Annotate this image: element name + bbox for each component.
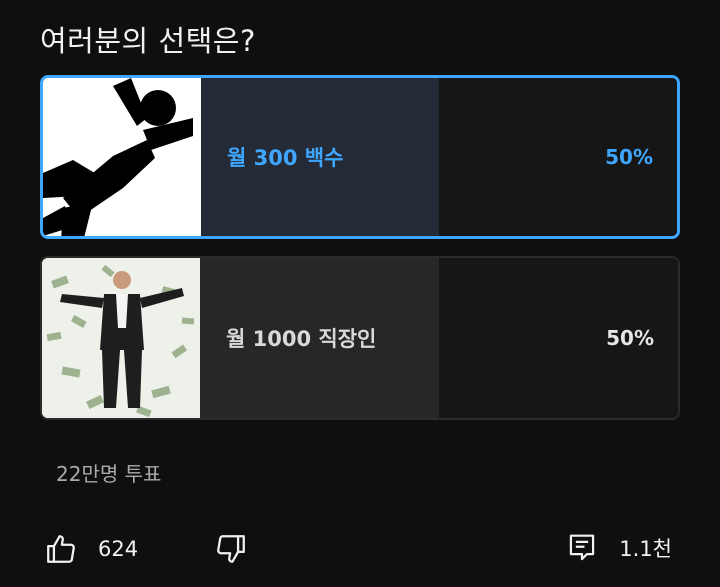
option-2-image xyxy=(42,258,200,418)
like-count: 624 xyxy=(98,537,139,561)
option-1-image xyxy=(43,78,201,236)
thumb-down-icon xyxy=(214,532,248,566)
option-2-bar: 월 1000 직장인 50% xyxy=(200,258,678,418)
option-1-label: 월 300 백수 xyxy=(227,146,344,170)
option-2-percent: 50% xyxy=(606,326,654,350)
poll-option-2[interactable]: 월 1000 직장인 50% xyxy=(40,256,680,420)
poll-question: 여러분의 선택은? xyxy=(40,24,256,58)
vote-count: 22만명 투표 xyxy=(56,462,162,486)
comment-icon xyxy=(567,532,597,564)
option-1-bar: 월 300 백수 50% xyxy=(201,78,677,236)
poll-card: 여러분의 선택은? 월 300 백수 50% 월 1000 직장인 50% 22… xyxy=(0,0,720,587)
option-1-percent: 50% xyxy=(605,145,653,169)
comment-count: 1.1천 xyxy=(619,537,672,561)
poll-option-1[interactable]: 월 300 백수 50% xyxy=(40,75,680,239)
action-bar: 624 1.1천 xyxy=(0,528,720,572)
dislike-button[interactable] xyxy=(214,532,248,566)
comments-button[interactable]: 1.1천 xyxy=(567,532,672,564)
like-button[interactable]: 624 xyxy=(44,532,138,566)
thumb-up-icon xyxy=(44,532,78,566)
option-2-label: 월 1000 직장인 xyxy=(226,327,377,351)
